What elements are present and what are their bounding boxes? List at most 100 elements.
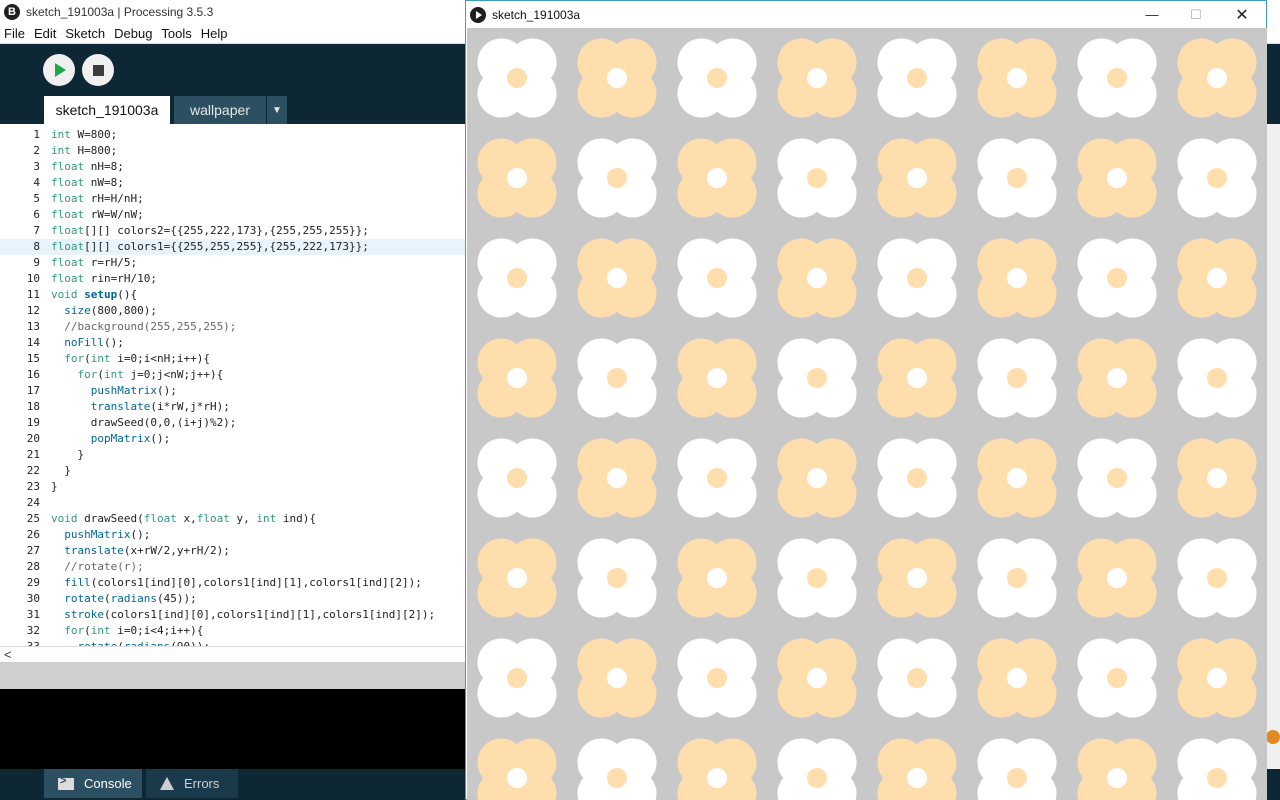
code-line[interactable]: 8 float[][] colors1={{255,255,255},{255,2… bbox=[0, 239, 466, 255]
code-text: } bbox=[51, 464, 71, 477]
menu-help[interactable]: Help bbox=[197, 26, 233, 41]
code-line[interactable]: 19 drawSeed(0,0,(i+j)%2); bbox=[0, 415, 466, 431]
code-text: rotate(radians(45)); bbox=[64, 592, 197, 605]
horizontal-scrollbar[interactable]: < bbox=[0, 646, 466, 662]
menu-file[interactable]: File bbox=[0, 26, 30, 41]
code-line[interactable]: 5 float rH=H/nH; bbox=[0, 191, 466, 207]
code-line[interactable]: 22 } bbox=[0, 463, 466, 479]
line-number: 24 bbox=[26, 496, 40, 509]
scroll-knob[interactable] bbox=[1266, 730, 1280, 744]
processing-app-icon: B bbox=[4, 4, 20, 20]
flower bbox=[877, 538, 957, 618]
flower bbox=[577, 38, 657, 118]
flower bbox=[977, 38, 1057, 118]
flower bbox=[677, 738, 757, 800]
flower bbox=[777, 538, 857, 618]
code-text: float rW=W/nW; bbox=[51, 208, 144, 221]
code-line[interactable]: 7 float[][] colors2={{255,222,173},{255,2… bbox=[0, 223, 466, 239]
code-line[interactable]: 3 float nH=8; bbox=[0, 159, 466, 175]
minimize-button[interactable]: — bbox=[1130, 1, 1174, 28]
editor-tabs: sketch_191003a wallpaper ▼ bbox=[0, 96, 470, 124]
flower bbox=[1077, 638, 1157, 718]
ide-title: sketch_191003a | Processing 3.5.3 bbox=[26, 5, 214, 19]
code-line[interactable]: 17 pushMatrix(); bbox=[0, 383, 466, 399]
sketch-title: sketch_191003a bbox=[492, 7, 581, 22]
line-number: 10 bbox=[26, 272, 40, 285]
menu-sketch[interactable]: Sketch bbox=[61, 26, 110, 41]
code-line[interactable]: 15 for(int i=0;i<nH;i++){ bbox=[0, 351, 466, 367]
code-line[interactable]: 6 float rW=W/nW; bbox=[0, 207, 466, 223]
code-line[interactable]: 29 fill(colors1[ind][0],colors1[ind][1],… bbox=[0, 575, 466, 591]
code-text: float rin=rH/10; bbox=[51, 272, 157, 285]
scroll-left-icon[interactable]: < bbox=[4, 647, 12, 662]
run-button[interactable] bbox=[43, 54, 75, 86]
code-editor[interactable]: 1 int W=800; 2 int H=800; 3 float nH=8; 4 float… bbox=[0, 124, 466, 646]
flower bbox=[477, 438, 557, 518]
errors-tab-label: Errors bbox=[184, 776, 220, 791]
code-line[interactable]: 32 for(int i=0;i<4;i++){ bbox=[0, 623, 466, 639]
flower bbox=[777, 638, 857, 718]
flower bbox=[777, 438, 857, 518]
flower bbox=[477, 338, 557, 418]
flower bbox=[977, 338, 1057, 418]
code-line[interactable]: 1 int W=800; bbox=[0, 127, 466, 143]
code-line[interactable]: 16 for(int j=0;j<nW;j++){ bbox=[0, 367, 466, 383]
close-button[interactable]: ✕ bbox=[1220, 1, 1264, 28]
flower bbox=[777, 138, 857, 218]
menu-debug[interactable]: Debug bbox=[110, 26, 157, 41]
line-number: 31 bbox=[26, 608, 40, 621]
code-line[interactable]: 13 //background(255,255,255); bbox=[0, 319, 466, 335]
menu-edit[interactable]: Edit bbox=[30, 26, 61, 41]
flower bbox=[577, 738, 657, 800]
code-text: } bbox=[51, 480, 58, 493]
menu-tools[interactable]: Tools bbox=[157, 26, 196, 41]
code-line[interactable]: 30 rotate(radians(45)); bbox=[0, 591, 466, 607]
code-line[interactable]: 10 float rin=rH/10; bbox=[0, 271, 466, 287]
sketch-canvas[interactable] bbox=[467, 28, 1267, 800]
code-line[interactable]: 11 void setup(){ bbox=[0, 287, 466, 303]
code-line[interactable]: 28 //rotate(r); bbox=[0, 559, 466, 575]
code-text: for(int i=0;i<4;i++){ bbox=[64, 624, 204, 637]
line-number: 4 bbox=[33, 176, 40, 189]
code-text: size(800,800); bbox=[64, 304, 157, 317]
code-line[interactable]: 9 float r=rH/5; bbox=[0, 255, 466, 271]
flower bbox=[577, 238, 657, 318]
tab-menu-arrow-icon[interactable]: ▼ bbox=[267, 96, 287, 124]
line-number: 1 bbox=[33, 128, 40, 141]
flower bbox=[1177, 338, 1257, 418]
code-line[interactable]: 23} bbox=[0, 479, 466, 495]
code-line[interactable]: 12 size(800,800); bbox=[0, 303, 466, 319]
flower bbox=[777, 38, 857, 118]
code-line[interactable]: 26 pushMatrix(); bbox=[0, 527, 466, 543]
code-line[interactable]: 18 translate(i*rW,j*rH); bbox=[0, 399, 466, 415]
tab-wallpaper[interactable]: wallpaper bbox=[174, 96, 266, 124]
code-text: pushMatrix(); bbox=[90, 384, 177, 397]
maximize-button[interactable]: ☐ bbox=[1174, 1, 1218, 28]
code-text: pushMatrix(); bbox=[64, 528, 151, 541]
code-line[interactable]: 20 popMatrix(); bbox=[0, 431, 466, 447]
line-number: 2 bbox=[33, 144, 40, 157]
code-line[interactable]: 14 noFill(); bbox=[0, 335, 466, 351]
line-number: 26 bbox=[26, 528, 40, 541]
code-line[interactable]: 33 rotate(radians(90)); bbox=[0, 639, 466, 646]
console-tab[interactable]: Console bbox=[44, 769, 142, 798]
line-number: 14 bbox=[26, 336, 40, 349]
line-number: 18 bbox=[26, 400, 40, 413]
code-line[interactable]: 25 void drawSeed(float x,float y, int ind… bbox=[0, 511, 466, 527]
code-line[interactable]: 2 int H=800; bbox=[0, 143, 466, 159]
line-number: 16 bbox=[26, 368, 40, 381]
line-number: 7 bbox=[33, 224, 40, 237]
flower bbox=[477, 238, 557, 318]
line-number: 11 bbox=[26, 288, 40, 301]
code-line[interactable]: 21 } bbox=[0, 447, 466, 463]
line-number: 22 bbox=[26, 464, 40, 477]
errors-tab[interactable]: Errors bbox=[146, 769, 238, 798]
code-line[interactable]: 4 float nW=8; bbox=[0, 175, 466, 191]
tab-sketch-191003a[interactable]: sketch_191003a bbox=[44, 96, 170, 124]
vertical-scrollbar[interactable] bbox=[1266, 124, 1280, 769]
code-line[interactable]: 31 stroke(colors1[ind][0],colors1[ind][1… bbox=[0, 607, 466, 623]
code-line[interactable]: 24 bbox=[0, 495, 466, 511]
code-text: for(int j=0;j<nW;j++){ bbox=[77, 368, 224, 381]
code-line[interactable]: 27 translate(x+rW/2,y+rH/2); bbox=[0, 543, 466, 559]
stop-button[interactable] bbox=[82, 54, 114, 86]
